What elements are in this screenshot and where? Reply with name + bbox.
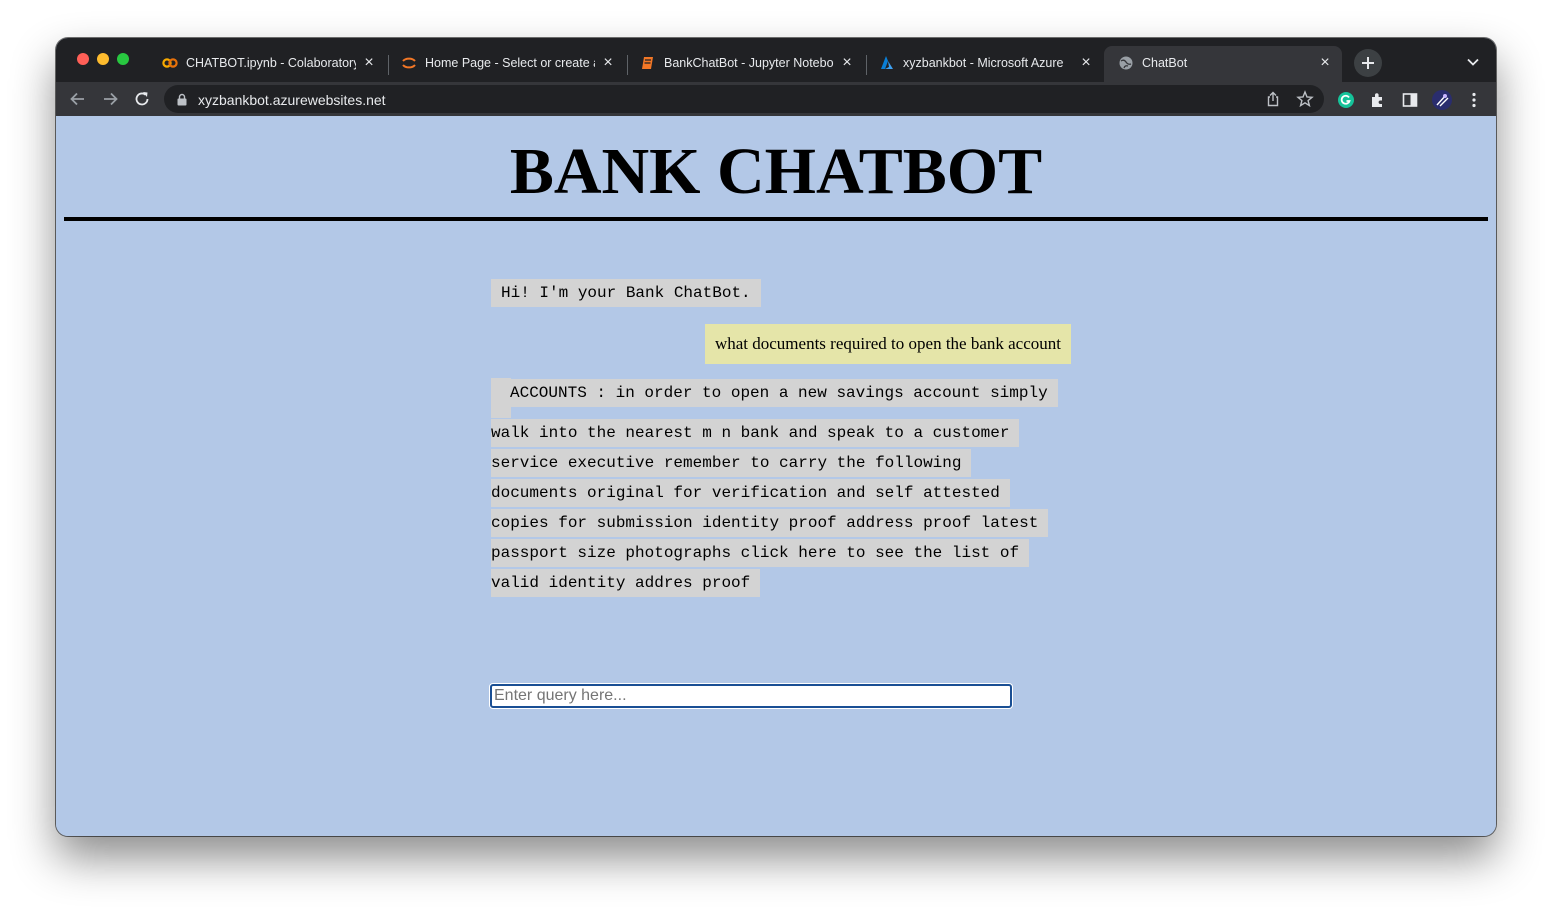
chatbot-page: BANK CHATBOT Hi! I'm your Bank ChatBot. … (56, 116, 1496, 836)
tab-title: ChatBot (1142, 56, 1188, 70)
bot-message: Hi! I'm your Bank ChatBot. (491, 278, 761, 308)
minimize-window-button[interactable] (97, 53, 109, 65)
reload-icon[interactable] (132, 89, 152, 109)
lock-icon[interactable] (176, 93, 188, 106)
bot-message: ACCOUNTS : in order to open a new saving… (491, 378, 1058, 598)
tab-jupyter-notebook[interactable]: BankChatBot - Jupyter Notebook × (626, 46, 864, 82)
browser-window: CHATBOT.ipynb - Colaboratory × Home Page… (56, 38, 1496, 836)
forward-arrow-icon[interactable] (100, 89, 120, 109)
bookmark-star-icon[interactable] (1296, 90, 1314, 108)
query-input[interactable] (490, 684, 1012, 708)
bot-message-indent (491, 378, 511, 418)
tab-title: Home Page - Select or create a (425, 56, 595, 70)
globe-icon (1119, 56, 1133, 70)
close-icon[interactable]: × (599, 54, 617, 72)
azure-icon (881, 56, 893, 69)
tab-chatbot[interactable]: ChatBot × (1104, 46, 1342, 82)
back-arrow-icon[interactable] (68, 89, 88, 109)
bot-message-text: Hi! I'm your Bank ChatBot. (491, 279, 761, 307)
address-bar[interactable]: xyzbankbot.azurewebsites.net (164, 85, 1324, 113)
user-message: what documents required to open the bank… (704, 324, 1071, 364)
extensions-puzzle-icon[interactable] (1369, 91, 1387, 109)
jupyter-icon (402, 57, 416, 69)
close-window-button[interactable] (77, 53, 89, 65)
close-icon[interactable]: × (360, 54, 378, 72)
tab-azure[interactable]: xyzbankbot - Microsoft Azure × (865, 46, 1103, 82)
url-text: xyzbankbot.azurewebsites.net (198, 92, 386, 108)
tab-colab[interactable]: CHATBOT.ipynb - Colaboratory × (148, 46, 386, 82)
plus-icon (1362, 57, 1374, 69)
colab-icon (162, 58, 178, 68)
side-panel-icon[interactable] (1401, 91, 1419, 109)
tab-title: CHATBOT.ipynb - Colaboratory (186, 56, 356, 70)
new-tab-button[interactable] (1354, 49, 1382, 77)
bot-message-text: ACCOUNTS : in order to open a new saving… (491, 379, 1058, 597)
profile-avatar[interactable] (1432, 90, 1452, 110)
page-title: BANK CHATBOT (509, 135, 1043, 208)
title-divider (64, 217, 1488, 221)
chevron-down-icon[interactable] (1464, 53, 1482, 71)
tab-strip: CHATBOT.ipynb - Colaboratory × Home Page… (56, 38, 1496, 82)
close-icon[interactable]: × (1077, 54, 1095, 72)
notebook-icon (642, 57, 653, 69)
browser-toolbar: xyzbankbot.azurewebsites.net (56, 82, 1496, 116)
grammarly-icon[interactable] (1337, 91, 1355, 109)
zoom-window-button[interactable] (117, 53, 129, 65)
close-icon[interactable]: × (1316, 54, 1334, 72)
tab-title: BankChatBot - Jupyter Notebook (664, 56, 834, 70)
share-icon[interactable] (1264, 90, 1282, 108)
tab-title: xyzbankbot - Microsoft Azure (903, 56, 1064, 70)
more-vertical-icon[interactable] (1465, 91, 1483, 109)
close-icon[interactable]: × (838, 54, 856, 72)
tab-jupyter-home[interactable]: Home Page - Select or create a × (387, 46, 625, 82)
user-message-text: what documents required to open the bank… (714, 334, 1061, 353)
